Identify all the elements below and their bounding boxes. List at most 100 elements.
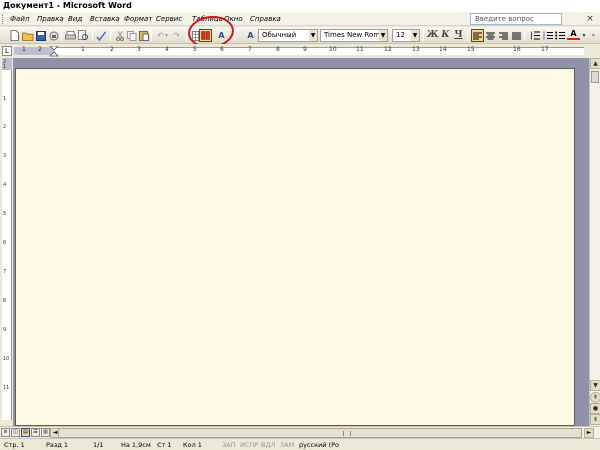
menu-window[interactable]: Окно	[224, 13, 243, 25]
toolbar-separator	[61, 30, 62, 41]
ruler-label: 2	[38, 46, 42, 53]
open-folder-icon[interactable]	[21, 29, 34, 42]
spelling-icon[interactable]	[95, 29, 108, 42]
vertical-scroll-thumb[interactable]	[591, 71, 599, 83]
ruler-label: 17	[541, 46, 549, 53]
bullets-icon[interactable]	[553, 29, 566, 42]
align-left-button[interactable]	[471, 29, 484, 42]
status-page-of: 1/1	[93, 441, 104, 449]
menu-format[interactable]: Формат	[124, 13, 152, 25]
italic-button[interactable]: К	[439, 29, 452, 42]
previous-page-icon[interactable]: ⇞	[590, 392, 600, 403]
chevron-down-icon[interactable]: ▼	[411, 30, 419, 41]
ruler-label: 6	[3, 240, 7, 246]
ruler-label: 9	[303, 46, 307, 53]
ruler-label: 4	[3, 182, 7, 188]
status-language: русский (Ро	[299, 441, 339, 449]
ruler-label: 5	[193, 46, 197, 53]
scroll-grip-icon	[343, 431, 351, 436]
close-document-icon[interactable]: ×	[584, 13, 596, 25]
menu-view[interactable]: Вид	[68, 13, 82, 25]
undo-dropdown-icon[interactable]: ▾	[163, 29, 170, 42]
status-trk[interactable]: ИСПР	[240, 440, 258, 450]
ruler-label: 16	[513, 46, 521, 53]
ruler-label: 4	[165, 46, 169, 53]
line-spacing-icon[interactable]	[528, 29, 541, 42]
status-rec[interactable]: ЗАП	[222, 440, 236, 450]
styles-formatting-icon[interactable]: A	[244, 29, 257, 42]
menu-table[interactable]: Таблица	[192, 13, 223, 25]
ruler-left-margin	[14, 47, 54, 55]
web-view-icon[interactable]: ◫	[11, 428, 20, 437]
ruler-label: 14	[439, 46, 447, 53]
toolbar-separator	[524, 30, 525, 41]
status-line: Ст 1	[157, 441, 172, 449]
select-browse-object-icon[interactable]: ●	[590, 403, 600, 414]
ruler-label: 1	[22, 46, 26, 53]
reading-view-icon[interactable]: ▥	[41, 428, 50, 437]
status-position: На 1,9см	[121, 441, 151, 449]
style-combo[interactable]: Обычный ▼	[258, 29, 318, 42]
menu-grip[interactable]	[2, 14, 5, 24]
justify-button[interactable]	[510, 29, 523, 42]
menu-help[interactable]: Справка	[250, 13, 281, 25]
font-color-button[interactable]: A	[567, 29, 580, 40]
align-center-button[interactable]	[484, 29, 497, 42]
underline-button[interactable]: Ч	[452, 29, 465, 42]
ruler-track[interactable]	[54, 47, 584, 55]
ruler-label: 2	[3, 124, 7, 130]
toolbar-options-icon[interactable]: »	[589, 29, 598, 42]
ruler-label: 5	[3, 211, 7, 217]
new-document-icon[interactable]	[8, 29, 21, 42]
font-size-value: 12	[396, 31, 405, 39]
menu-file[interactable]: Файл	[10, 13, 29, 25]
status-column: Кол 1	[183, 441, 202, 449]
ruler-label: 7	[3, 269, 7, 275]
status-ovr[interactable]: ЗАМ	[280, 440, 294, 450]
toolbar-separator	[110, 30, 111, 41]
paste-icon[interactable]	[137, 29, 150, 42]
reading-mode-button[interactable]	[199, 29, 212, 42]
scroll-right-icon[interactable]: ►	[584, 428, 594, 438]
scroll-up-icon[interactable]: ▲	[590, 58, 600, 69]
document-map-icon[interactable]: A	[215, 29, 228, 42]
ruler-label: 3	[137, 46, 141, 53]
horizontal-scroll-thumb[interactable]	[58, 428, 582, 438]
print-icon[interactable]	[64, 29, 77, 42]
toolbar: ↶ ▾ ↷ A A Обычный ▼ Times New Roman ▼ 12…	[0, 27, 600, 44]
menu-tools[interactable]: Сервис	[156, 13, 182, 25]
chevron-down-icon[interactable]: ▼	[309, 30, 317, 41]
outline-view-icon[interactable]: ☰	[31, 428, 40, 437]
ruler-label: 9	[3, 327, 7, 333]
print-layout-view-icon[interactable]: ▤	[21, 428, 30, 437]
font-size-combo[interactable]: 12 ▼	[392, 29, 420, 42]
status-ext[interactable]: ВДЛ	[261, 440, 275, 450]
horizontal-scrollbar[interactable]: ≡ ◫ ▤ ☰ ▥ ◄ ►	[0, 426, 600, 438]
scroll-down-icon[interactable]: ▼	[590, 380, 600, 391]
toolbar-separator	[151, 30, 152, 41]
font-combo[interactable]: Times New Roman ▼	[320, 29, 388, 42]
vertical-scrollbar[interactable]: ▲ ▼ ⇞ ● ⇟	[589, 58, 600, 426]
toolbar-separator	[186, 30, 187, 41]
align-right-button[interactable]	[497, 29, 510, 42]
ruler-label: 13	[412, 46, 420, 53]
menu-edit[interactable]: Правка	[37, 13, 64, 25]
save-icon[interactable]	[34, 29, 47, 42]
window-title: Документ1 - Microsoft Word	[3, 1, 132, 10]
tab-selector-icon[interactable]: L	[2, 46, 12, 56]
bold-button[interactable]: Ж	[426, 29, 439, 42]
next-page-icon[interactable]: ⇟	[590, 414, 600, 425]
font-color-dropdown-icon[interactable]: ▾	[580, 29, 588, 42]
document-page[interactable]	[15, 68, 575, 426]
ruler-label: 2	[110, 46, 114, 53]
redo-icon[interactable]: ↷	[170, 29, 183, 42]
ruler-label: 12	[384, 46, 392, 53]
normal-view-icon[interactable]: ≡	[1, 428, 10, 437]
chevron-down-icon[interactable]: ▼	[379, 30, 387, 41]
status-bar: Стр. 1 Разд 1 1/1 На 1,9см Ст 1 Кол 1 ЗА…	[0, 438, 600, 450]
permission-icon[interactable]	[47, 29, 60, 42]
menu-insert[interactable]: Вставка	[90, 13, 120, 25]
print-preview-icon[interactable]	[77, 29, 90, 42]
indent-marker-icon[interactable]	[49, 46, 59, 57]
help-question-input[interactable]: Введите вопрос	[470, 13, 562, 25]
